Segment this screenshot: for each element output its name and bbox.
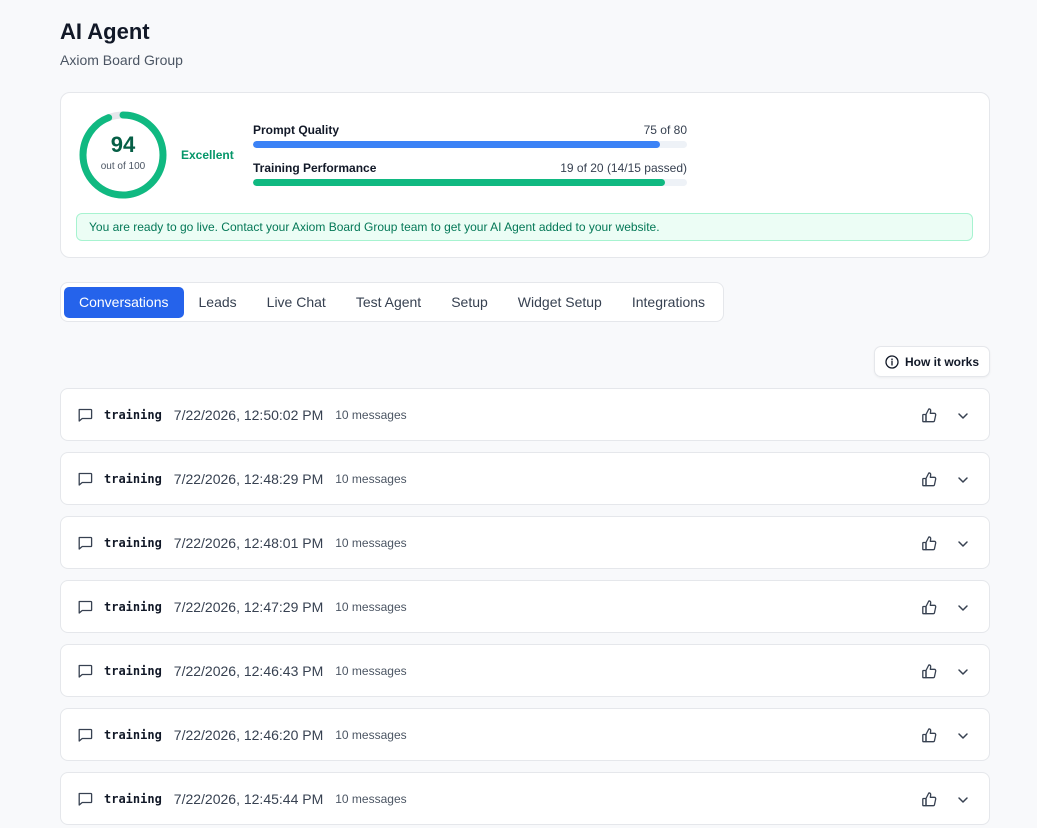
thumbs-up-icon[interactable]: [921, 727, 938, 744]
conversation-type: training: [104, 727, 162, 742]
page-subtitle: Axiom Board Group: [60, 52, 183, 68]
metric-label: Prompt Quality: [253, 123, 340, 137]
metric-label: Training Performance: [253, 161, 377, 175]
thumbs-up-icon[interactable]: [921, 471, 938, 488]
conversation-message-count: 10 messages: [335, 727, 407, 742]
page: AI Agent Axiom Board Group 94 out of 100…: [0, 0, 1037, 828]
conversation-row[interactable]: training 7/22/2026, 12:48:01 PM 10 messa…: [60, 516, 990, 569]
score-rating: Excellent: [181, 148, 234, 162]
metric-training-performance: Training Performance 19 of 20 (14/15 pas…: [253, 161, 687, 199]
tab-bar: Conversations Leads Live Chat Test Agent…: [60, 282, 725, 322]
score-gauge: 94 out of 100: [77, 109, 169, 201]
metric-value: 19 of 20 (14/15 passed): [560, 161, 687, 175]
thumbs-up-icon[interactable]: [921, 407, 938, 424]
page-header: AI Agent Axiom Board Group: [60, 18, 183, 68]
conversation-message-count: 10 messages: [335, 407, 407, 422]
conversation-timestamp: 7/22/2026, 12:45:44 PM: [173, 790, 324, 807]
conversation-row[interactable]: training 7/22/2026, 12:47:29 PM 10 messa…: [60, 580, 990, 633]
chat-bubble-icon: [77, 791, 93, 807]
conversation-message-count: 10 messages: [335, 471, 407, 486]
score-caption: out of 100: [100, 161, 146, 172]
chevron-down-icon[interactable]: [954, 663, 971, 680]
row-actions: [921, 581, 971, 634]
conversation-message-count: 10 messages: [335, 663, 407, 678]
row-actions: [921, 517, 971, 570]
conversation-type: training: [104, 663, 162, 678]
thumbs-up-icon[interactable]: [921, 599, 938, 616]
conversation-timestamp: 7/22/2026, 12:46:20 PM: [173, 726, 324, 743]
chevron-down-icon[interactable]: [954, 727, 971, 744]
chat-bubble-icon: [77, 599, 93, 615]
conversation-timestamp: 7/22/2026, 12:50:02 PM: [173, 406, 324, 423]
row-actions: [921, 709, 971, 762]
conversation-timestamp: 7/22/2026, 12:46:43 PM: [173, 662, 324, 679]
conversation-list: training 7/22/2026, 12:50:02 PM 10 messa…: [60, 388, 990, 828]
chat-bubble-icon: [77, 663, 93, 679]
thumbs-up-icon[interactable]: [921, 663, 938, 680]
conversation-type: training: [104, 407, 162, 422]
conversation-type: training: [104, 791, 162, 806]
conversation-row[interactable]: training 7/22/2026, 12:45:44 PM 10 messa…: [60, 772, 990, 825]
conversation-type: training: [104, 471, 162, 486]
chat-bubble-icon: [77, 407, 93, 423]
tab-integrations[interactable]: Integrations: [617, 287, 720, 318]
how-it-works-button[interactable]: How it works: [874, 346, 990, 377]
row-actions: [921, 389, 971, 442]
tab-live-chat[interactable]: Live Chat: [252, 287, 341, 318]
conversation-timestamp: 7/22/2026, 12:47:29 PM: [173, 598, 324, 615]
row-actions: [921, 645, 971, 698]
tab-widget-setup[interactable]: Widget Setup: [503, 287, 617, 318]
conversation-message-count: 10 messages: [335, 535, 407, 550]
score-card: 94 out of 100 Excellent Prompt Quality 7…: [60, 92, 990, 258]
conversation-message-count: 10 messages: [335, 599, 407, 614]
thumbs-up-icon[interactable]: [921, 791, 938, 808]
chevron-down-icon[interactable]: [954, 407, 971, 424]
chevron-down-icon[interactable]: [954, 535, 971, 552]
progress-track: [253, 179, 687, 186]
progress-fill: [253, 179, 666, 186]
progress-track: [253, 141, 687, 148]
conversation-message-count: 10 messages: [335, 791, 407, 806]
conversation-type: training: [104, 599, 162, 614]
chevron-down-icon[interactable]: [954, 791, 971, 808]
conversation-timestamp: 7/22/2026, 12:48:01 PM: [173, 534, 324, 551]
chevron-down-icon[interactable]: [954, 471, 971, 488]
tab-test-agent[interactable]: Test Agent: [341, 287, 436, 318]
conversation-row[interactable]: training 7/22/2026, 12:46:20 PM 10 messa…: [60, 708, 990, 761]
tab-setup[interactable]: Setup: [436, 287, 503, 318]
tab-conversations[interactable]: Conversations: [64, 286, 184, 318]
thumbs-up-icon[interactable]: [921, 535, 938, 552]
ready-banner: You are ready to go live. Contact your A…: [76, 213, 973, 241]
score-value: 94: [110, 132, 136, 157]
metric-value: 75 of 80: [643, 123, 687, 137]
conversation-type: training: [104, 535, 162, 550]
chat-bubble-icon: [77, 727, 93, 743]
row-actions: [921, 773, 971, 826]
info-icon: [885, 354, 899, 369]
tab-leads[interactable]: Leads: [184, 287, 252, 318]
chevron-down-icon[interactable]: [954, 599, 971, 616]
metric-prompt-quality: Prompt Quality 75 of 80: [253, 123, 687, 161]
row-actions: [921, 453, 971, 506]
page-title: AI Agent: [60, 19, 150, 44]
chat-bubble-icon: [77, 471, 93, 487]
score-metrics: Prompt Quality 75 of 80 Training Perform…: [253, 123, 687, 199]
conversation-row[interactable]: training 7/22/2026, 12:46:43 PM 10 messa…: [60, 644, 990, 697]
progress-fill: [253, 141, 660, 148]
how-it-works-label: How it works: [904, 354, 979, 369]
conversation-row[interactable]: training 7/22/2026, 12:50:02 PM 10 messa…: [60, 388, 990, 441]
conversation-timestamp: 7/22/2026, 12:48:29 PM: [173, 470, 324, 487]
chat-bubble-icon: [77, 535, 93, 551]
conversation-row[interactable]: training 7/22/2026, 12:48:29 PM 10 messa…: [60, 452, 990, 505]
